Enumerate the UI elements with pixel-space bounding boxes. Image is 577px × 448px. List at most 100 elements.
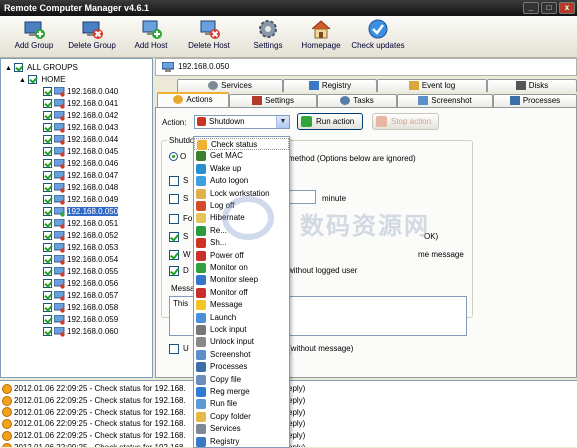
tab-registry[interactable]: Registry bbox=[283, 79, 377, 92]
option-d-checkbox[interactable] bbox=[169, 266, 179, 276]
action-option[interactable]: Copy folder bbox=[194, 411, 289, 423]
host-checkbox[interactable] bbox=[43, 219, 52, 229]
option-s1[interactable]: S bbox=[169, 176, 188, 186]
minimize-button[interactable]: _ bbox=[523, 2, 539, 14]
tab-disks[interactable]: Disks bbox=[487, 79, 577, 92]
action-option[interactable]: Power off bbox=[194, 250, 289, 262]
tab-services[interactable]: Services bbox=[177, 79, 283, 92]
option-s3[interactable]: S bbox=[169, 232, 188, 242]
tree-host-item[interactable]: 192.168.0.047 bbox=[43, 170, 118, 182]
action-option[interactable]: Check status bbox=[194, 138, 289, 150]
option-d[interactable]: D bbox=[169, 266, 189, 276]
host-checkbox[interactable] bbox=[43, 135, 52, 145]
log-row[interactable]: 2012.01.06 22:09:25 - Check status for 1… bbox=[2, 430, 305, 442]
action-option[interactable]: Processes bbox=[194, 361, 289, 373]
option-u[interactable]: U bbox=[169, 344, 189, 354]
action-option[interactable]: Message bbox=[194, 299, 289, 311]
close-button[interactable]: x bbox=[559, 2, 575, 14]
host-checkbox[interactable] bbox=[43, 291, 52, 301]
host-checkbox[interactable] bbox=[43, 255, 52, 265]
tree-group-home[interactable]: ▲ HOME bbox=[19, 74, 65, 86]
tree-host-item[interactable]: 192.168.0.049 bbox=[43, 194, 118, 206]
option-s2[interactable]: S bbox=[169, 194, 188, 204]
add-host-button[interactable]: Add Host bbox=[131, 18, 171, 56]
tree-host-item[interactable]: 192.168.0.043 bbox=[43, 122, 118, 134]
tree-host-item[interactable]: 192.168.0.053 bbox=[43, 242, 118, 254]
log-row[interactable]: 2012.01.06 22:09:25 - Check status for 1… bbox=[2, 395, 305, 407]
host-checkbox[interactable] bbox=[43, 195, 52, 205]
homepage-button[interactable]: Homepage bbox=[300, 18, 342, 56]
host-checkbox[interactable] bbox=[43, 315, 52, 325]
host-checkbox[interactable] bbox=[43, 111, 52, 121]
tree-root[interactable]: ▲ ALL GROUPS bbox=[5, 62, 78, 74]
action-option[interactable]: Registry bbox=[194, 436, 289, 447]
run-action-button[interactable]: Run action bbox=[297, 113, 363, 130]
tree-host-item[interactable]: 192.168.0.059 bbox=[43, 314, 118, 326]
tab-screenshot[interactable]: Screenshot bbox=[397, 94, 493, 107]
host-checkbox[interactable] bbox=[43, 207, 52, 217]
option-u-checkbox[interactable] bbox=[169, 344, 179, 354]
tree-host-item[interactable]: 192.168.0.041 bbox=[43, 98, 118, 110]
delay-input[interactable] bbox=[288, 190, 316, 204]
host-checkbox[interactable] bbox=[43, 147, 52, 157]
action-option[interactable]: Reg merge bbox=[194, 386, 289, 398]
tree-host-item[interactable]: 192.168.0.040 bbox=[43, 86, 118, 98]
tree-host-item[interactable]: 192.168.0.050 bbox=[43, 206, 119, 218]
host-checkbox[interactable] bbox=[43, 99, 52, 109]
host-checkbox[interactable] bbox=[43, 267, 52, 277]
stop-action-button[interactable]: Stop action bbox=[372, 113, 439, 130]
action-option[interactable]: Monitor off bbox=[194, 287, 289, 299]
option-fo-checkbox[interactable] bbox=[169, 214, 179, 224]
action-option[interactable]: Monitor sleep bbox=[194, 274, 289, 286]
log-row[interactable]: 2012.01.06 22:09:25 - Check status for 1… bbox=[2, 407, 305, 419]
host-checkbox[interactable] bbox=[43, 183, 52, 193]
tree-host-item[interactable]: 192.168.0.054 bbox=[43, 254, 118, 266]
action-option[interactable]: Launch bbox=[194, 312, 289, 324]
settings-button[interactable]: Settings bbox=[250, 18, 286, 56]
tree-host-item[interactable]: 192.168.0.052 bbox=[43, 230, 118, 242]
tab-event-log[interactable]: Event log bbox=[377, 79, 487, 92]
chevron-down-icon[interactable]: ▼ bbox=[276, 116, 289, 128]
action-option[interactable]: Lock input bbox=[194, 324, 289, 336]
log-row[interactable]: 2012.01.06 22:09:25 - Check status for 1… bbox=[2, 383, 305, 395]
option-force-radio[interactable]: O bbox=[169, 152, 186, 162]
tree-host-item[interactable]: 192.168.0.046 bbox=[43, 158, 118, 170]
host-checkbox[interactable] bbox=[43, 303, 52, 313]
tree-host-item[interactable]: 192.168.0.060 bbox=[43, 326, 118, 338]
delete-group-button[interactable]: Delete Group bbox=[66, 18, 118, 56]
host-checkbox[interactable] bbox=[43, 171, 52, 181]
add-group-button[interactable]: Add Group bbox=[12, 18, 56, 56]
tree-host-item[interactable]: 192.168.0.058 bbox=[43, 302, 118, 314]
action-option[interactable]: Get MAC bbox=[194, 150, 289, 162]
tree-host-item[interactable]: 192.168.0.048 bbox=[43, 182, 118, 194]
tab-actions[interactable]: Actions bbox=[157, 92, 229, 107]
action-select[interactable]: Shutdown ▼ bbox=[194, 115, 290, 129]
host-checkbox[interactable] bbox=[43, 159, 52, 169]
tab-tasks[interactable]: Tasks bbox=[317, 94, 397, 107]
maximize-button[interactable]: □ bbox=[541, 2, 557, 14]
tree-host-item[interactable]: 192.168.0.042 bbox=[43, 110, 118, 122]
tree-host-item[interactable]: 192.168.0.057 bbox=[43, 290, 118, 302]
host-checkbox[interactable] bbox=[43, 123, 52, 133]
tree-root-checkbox[interactable] bbox=[14, 63, 24, 73]
option-fo[interactable]: Fo bbox=[169, 214, 192, 224]
host-checkbox[interactable] bbox=[43, 231, 52, 241]
action-option[interactable]: Wake up bbox=[194, 163, 289, 175]
option-s1-checkbox[interactable] bbox=[169, 176, 179, 186]
tree-host-item[interactable]: 192.168.0.055 bbox=[43, 266, 118, 278]
host-checkbox[interactable] bbox=[43, 243, 52, 253]
host-checkbox[interactable] bbox=[43, 327, 52, 337]
action-option[interactable]: Run file bbox=[194, 398, 289, 410]
action-option[interactable]: Services bbox=[194, 423, 289, 435]
log-row[interactable]: 2012.01.06 22:09:25 - Check status for 1… bbox=[2, 442, 305, 447]
action-option[interactable]: Unlock input bbox=[194, 336, 289, 348]
option-w[interactable]: W bbox=[169, 250, 191, 260]
tab-processes[interactable]: Processes bbox=[493, 94, 577, 107]
option-s2-checkbox[interactable] bbox=[169, 194, 179, 204]
option-s3-checkbox[interactable] bbox=[169, 232, 179, 242]
action-option[interactable]: Screenshot bbox=[194, 349, 289, 361]
host-checkbox[interactable] bbox=[43, 279, 52, 289]
tree-host-item[interactable]: 192.168.0.056 bbox=[43, 278, 118, 290]
option-w-checkbox[interactable] bbox=[169, 250, 179, 260]
delete-host-button[interactable]: Delete Host bbox=[185, 18, 233, 56]
